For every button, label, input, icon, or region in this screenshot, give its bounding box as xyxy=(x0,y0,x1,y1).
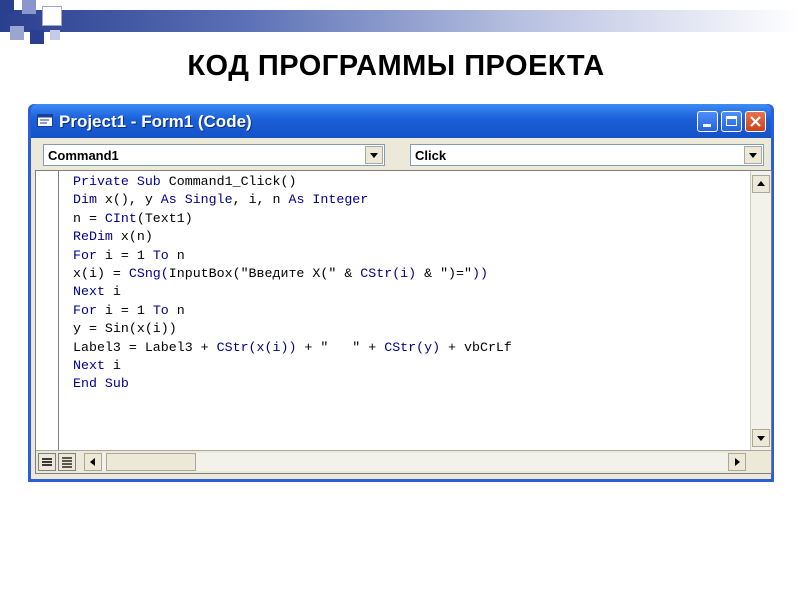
code-line[interactable]: For i = 1 To n xyxy=(73,302,512,320)
code-token: (Text1) xyxy=(136,210,193,226)
code-line[interactable]: y = Sin(x(i)) xyxy=(73,320,512,338)
arrow-left-icon xyxy=(85,457,101,474)
code-token: InputBox("Введите X(" & xyxy=(168,265,361,281)
scroll-left-button[interactable] xyxy=(84,453,102,471)
code-keyword: As Single xyxy=(160,192,233,208)
code-line[interactable]: For i = 1 To n xyxy=(73,247,512,265)
decor-square xyxy=(50,30,60,40)
maximize-button[interactable] xyxy=(721,111,742,132)
scroll-down-button[interactable] xyxy=(752,429,770,447)
scroll-up-button[interactable] xyxy=(752,175,770,193)
code-keyword: ReDim xyxy=(73,229,121,245)
horizontal-scrollbar[interactable] xyxy=(84,453,746,471)
procedure-combo-dropdown-button[interactable] xyxy=(744,146,762,164)
window-title: Project1 - Form1 (Code) xyxy=(59,112,252,131)
decor-square xyxy=(30,30,44,44)
horizontal-scroll-thumb[interactable] xyxy=(106,453,196,471)
window-titlebar[interactable]: Project1 - Form1 (Code) xyxy=(31,104,771,138)
margin-indicator-bar[interactable] xyxy=(36,171,59,473)
vertical-scrollbar[interactable] xyxy=(750,171,771,451)
code-line[interactable]: Next i xyxy=(73,283,512,301)
code-window: Project1 - Form1 (Code) Command1 Click P… xyxy=(28,104,774,482)
code-token: Label3 = Label3 + xyxy=(73,339,217,355)
procedure-combo-value: Click xyxy=(415,148,447,163)
code-keyword: CStr(x(i)) xyxy=(216,339,297,355)
chevron-down-icon xyxy=(366,150,382,167)
code-line[interactable]: ReDim x(n) xyxy=(73,228,512,246)
code-line[interactable]: Next i xyxy=(73,357,512,375)
code-line[interactable]: x(i) = CSng(InputBox("Введите X(" & CStr… xyxy=(73,265,512,283)
code-token: i = 1 xyxy=(104,247,153,263)
procedure-view-button[interactable] xyxy=(38,453,56,471)
code-token: + " " + xyxy=(296,339,385,355)
procedure-view-icon xyxy=(39,457,55,474)
code-line[interactable]: n = CInt(Text1) xyxy=(73,210,512,228)
decor-square xyxy=(22,0,36,14)
close-icon xyxy=(746,116,765,135)
code-keyword: As Integer xyxy=(288,192,369,208)
decor-gradient-bar xyxy=(0,10,800,32)
code-keyword: CInt xyxy=(104,210,137,226)
editor-bottom-bar xyxy=(36,450,771,473)
minimize-icon xyxy=(698,118,717,135)
code-editor[interactable]: Private Sub Command1_Click() Dim x(), y A… xyxy=(35,170,772,474)
arrow-up-icon xyxy=(753,179,769,196)
code-token: x(), y xyxy=(104,192,161,208)
code-token: , i, n xyxy=(232,192,289,208)
code-token: x(i) = xyxy=(73,265,129,281)
code-keyword: )) xyxy=(472,265,488,281)
code-keyword: CSng( xyxy=(128,265,169,281)
form-code-icon xyxy=(37,114,53,127)
object-combo-dropdown-button[interactable] xyxy=(365,146,383,164)
decor-square xyxy=(0,0,14,14)
slide-title: КОД ПРОГРАММЫ ПРОЕКТА xyxy=(187,50,605,82)
object-combo[interactable]: Command1 xyxy=(43,144,385,166)
code-token: & ")=" xyxy=(416,265,472,281)
code-line[interactable]: Label3 = Label3 + CStr(x(i)) + " " + CSt… xyxy=(73,339,512,357)
window-client: Command1 Click Private Sub Command1_Clic… xyxy=(31,138,772,479)
code-keyword: Private Sub xyxy=(73,174,169,189)
code-keyword: Next xyxy=(73,357,113,373)
code-keyword: For xyxy=(73,247,105,263)
code-line[interactable]: Dim x(), y As Single, i, n As Integer xyxy=(73,191,512,209)
code-keyword: Dim xyxy=(73,192,105,208)
code-keyword: To xyxy=(152,302,177,318)
code-token: n = xyxy=(73,210,105,226)
arrow-down-icon xyxy=(753,433,769,450)
decor-square xyxy=(10,26,24,40)
code-token: x(n) xyxy=(120,229,153,245)
code-token: n xyxy=(176,302,185,318)
code-token: i xyxy=(112,284,121,300)
maximize-icon xyxy=(722,116,741,135)
code-token: i = 1 xyxy=(104,302,153,318)
code-text[interactable]: Private Sub Command1_Click() Dim x(), y A… xyxy=(73,173,512,394)
code-keyword: CStr(i) xyxy=(360,265,417,281)
decor-square xyxy=(42,6,62,26)
full-module-view-button[interactable] xyxy=(58,453,76,471)
procedure-combo[interactable]: Click xyxy=(410,144,764,166)
full-module-view-icon xyxy=(59,457,75,474)
code-token: i xyxy=(112,357,121,373)
code-token: Command1_Click() xyxy=(168,174,297,189)
chevron-down-icon xyxy=(745,150,761,167)
code-keyword: Next xyxy=(73,284,113,300)
code-keyword: To xyxy=(152,247,177,263)
arrow-right-icon xyxy=(729,457,745,474)
code-token: n xyxy=(176,247,185,263)
code-line[interactable]: End Sub xyxy=(73,375,512,393)
scroll-right-button[interactable] xyxy=(728,453,746,471)
minimize-button[interactable] xyxy=(697,111,718,132)
code-keyword: CStr(y) xyxy=(384,339,441,355)
code-keyword: For xyxy=(73,302,105,318)
close-button[interactable] xyxy=(745,111,766,132)
code-token: y = Sin(x(i)) xyxy=(73,321,177,337)
code-token: + vbCrLf xyxy=(440,339,512,355)
code-keyword: End Sub xyxy=(73,376,129,392)
code-line[interactable]: Private Sub Command1_Click() xyxy=(73,173,512,191)
object-combo-value: Command1 xyxy=(48,148,119,163)
